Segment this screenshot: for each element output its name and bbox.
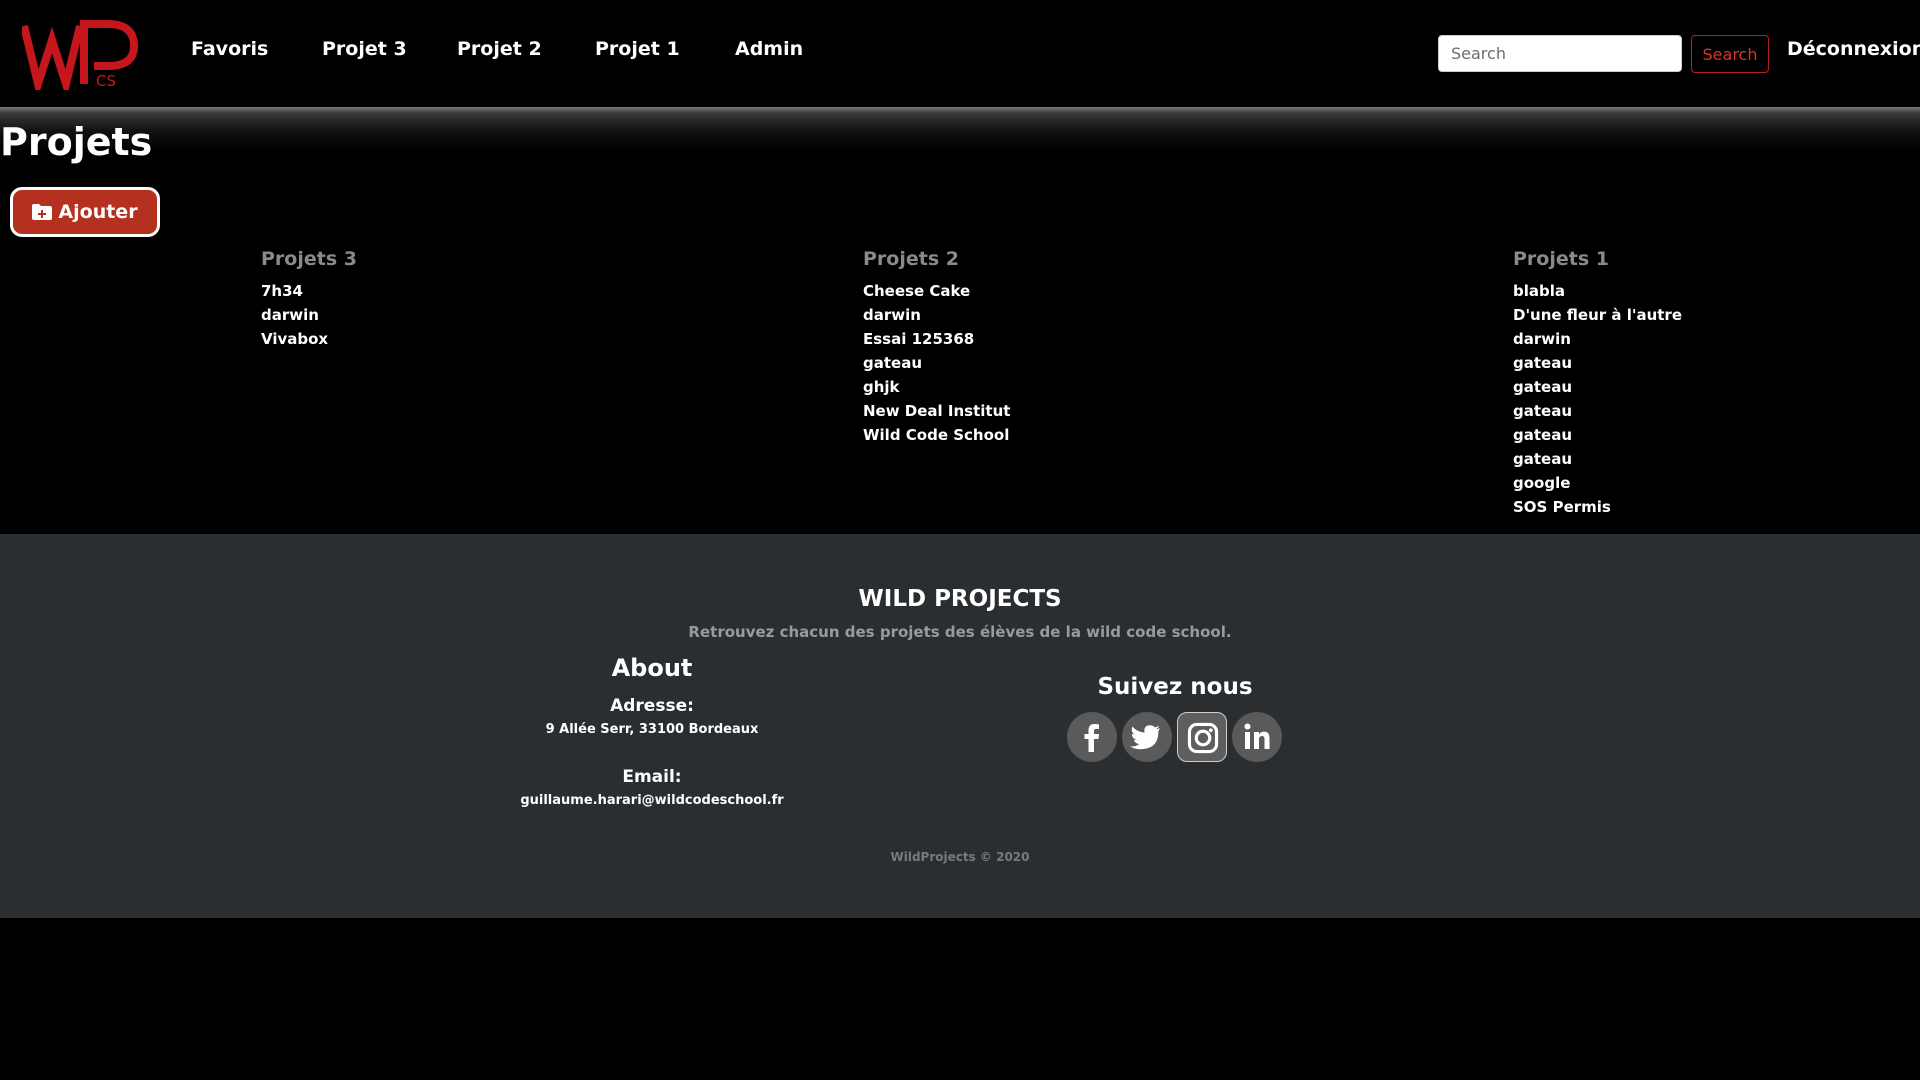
footer: WILD PROJECTS Retrouvez chacun des proje… xyxy=(0,534,1920,918)
social-links xyxy=(1067,712,1287,764)
project-link[interactable]: 7h34 xyxy=(261,279,357,303)
project-link[interactable]: darwin xyxy=(1513,327,1682,351)
footer-tagline: Retrouvez chacun des projets des élèves … xyxy=(688,623,1232,641)
project-link[interactable]: New Deal Institut xyxy=(863,399,1010,423)
nav-link-projet-1[interactable]: Projet 1 xyxy=(595,38,680,60)
project-link[interactable]: Cheese Cake xyxy=(863,279,1010,303)
search-input[interactable] xyxy=(1438,35,1682,72)
column-heading: Projets 1 xyxy=(1513,248,1609,270)
project-link[interactable]: gateau xyxy=(863,351,1010,375)
project-link[interactable]: google xyxy=(1513,471,1682,495)
address-label: Adresse: xyxy=(610,696,694,716)
email-label: Email: xyxy=(622,767,682,787)
project-list: 7h34 darwin Vivabox xyxy=(261,279,357,351)
footer-title: WILD PROJECTS xyxy=(858,586,1062,612)
nav-link-projet-3[interactable]: Projet 3 xyxy=(322,38,407,60)
projects-column-1: Projets 1 blabla D'une fleur à l'autre dar… xyxy=(1513,247,1682,519)
project-link[interactable]: SOS Permis xyxy=(1513,495,1682,519)
follow-title: Suivez nous xyxy=(1097,674,1253,700)
logo[interactable]: CS xyxy=(22,18,140,90)
project-link[interactable]: blabla xyxy=(1513,279,1682,303)
svg-text:CS: CS xyxy=(96,72,116,90)
project-link[interactable]: gateau xyxy=(1513,423,1682,447)
navbar: CS Favoris Projet 3 Projet 2 Projet 1 Ad… xyxy=(0,0,1920,107)
project-link[interactable]: gateau xyxy=(1513,375,1682,399)
nav-link-favoris[interactable]: Favoris xyxy=(191,38,268,60)
logout-link[interactable]: Déconnexion xyxy=(1787,38,1920,60)
nav-link-admin[interactable]: Admin xyxy=(735,38,803,60)
project-link[interactable]: Vivabox xyxy=(261,327,357,351)
linkedin-icon[interactable] xyxy=(1232,712,1282,762)
project-link[interactable]: gateau xyxy=(1513,399,1682,423)
about-title: About xyxy=(611,654,693,682)
navbar-shadow xyxy=(0,107,1920,153)
projects-column-2: Projets 2 Cheese Cake darwin Essai 125368 g… xyxy=(863,247,1010,447)
project-link[interactable]: Wild Code School xyxy=(863,423,1010,447)
project-link[interactable]: D'une fleur à l'autre xyxy=(1513,303,1682,327)
add-button-label: Ajouter xyxy=(58,201,138,223)
follow-section: Suivez nous xyxy=(1060,674,1290,700)
address-value: 9 Allée Serr, 33100 Bordeaux xyxy=(545,722,759,737)
nav-link-projet-2[interactable]: Projet 2 xyxy=(457,38,542,60)
instagram-icon[interactable] xyxy=(1177,712,1227,762)
column-heading: Projets 2 xyxy=(863,248,959,270)
project-link[interactable]: gateau xyxy=(1513,351,1682,375)
wp-logo-icon: CS xyxy=(22,20,139,90)
search-button[interactable]: Search xyxy=(1691,35,1769,73)
project-link[interactable]: gateau xyxy=(1513,447,1682,471)
project-list: blabla D'une fleur à l'autre darwin gateau g… xyxy=(1513,279,1682,519)
facebook-icon[interactable] xyxy=(1067,712,1117,762)
project-link[interactable]: darwin xyxy=(863,303,1010,327)
folder-plus-icon xyxy=(32,204,53,220)
about-section: About Adresse: 9 Allée Serr, 33100 Borde… xyxy=(452,644,852,808)
project-link[interactable]: darwin xyxy=(261,303,357,327)
projects-column-3: Projets 3 7h34 darwin Vivabox xyxy=(261,247,357,351)
page-title: Projets xyxy=(0,120,153,164)
add-project-button[interactable]: Ajouter xyxy=(10,187,160,237)
email-value[interactable]: guillaume.harari@wildcodeschool.fr xyxy=(452,793,852,808)
twitter-icon[interactable] xyxy=(1122,712,1172,762)
copyright-text: WildProjects © 2020 xyxy=(890,850,1030,864)
project-list: Cheese Cake darwin Essai 125368 gateau ghjk N… xyxy=(863,279,1010,447)
project-link[interactable]: ghjk xyxy=(863,375,1010,399)
column-heading: Projets 3 xyxy=(261,248,357,270)
project-link[interactable]: Essai 125368 xyxy=(863,327,1010,351)
